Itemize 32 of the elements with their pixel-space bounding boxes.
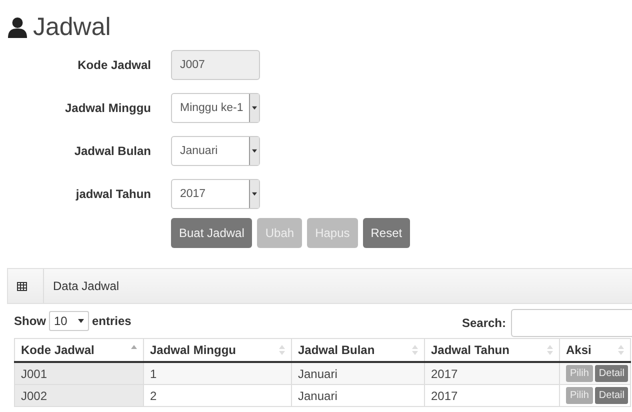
row-button[interactable]: Detail (594, 387, 628, 404)
length-label: Show (14, 314, 46, 328)
caret-icon (252, 192, 257, 196)
table-icon (17, 282, 27, 290)
user-icon (8, 16, 27, 38)
search-field[interactable] (511, 309, 632, 337)
table-cell: J002 (14, 384, 144, 406)
select-field[interactable]: Januari (171, 136, 260, 166)
table-cell: 1 (144, 362, 292, 384)
table-cell: 2017 (424, 362, 560, 384)
page-title: Jadwal (33, 12, 111, 42)
length-label: entries (92, 314, 132, 328)
select-field[interactable]: Minggu ke-1 (171, 93, 260, 123)
panel-title: Data Jadwal (43, 269, 120, 303)
caret-icon (252, 149, 257, 153)
table-cell: J001 (14, 362, 144, 384)
row-button[interactable]: Detail (594, 365, 628, 382)
search-label: Search: (462, 316, 506, 330)
action-button[interactable]: Reset (362, 218, 410, 248)
caret-icon (78, 319, 84, 323)
entries-select[interactable]: 10 (49, 311, 89, 331)
action-button[interactable]: Buat Jadwal (171, 218, 252, 248)
table-cell: 2017 (424, 384, 560, 406)
field-label: Kode Jadwal (76, 58, 151, 72)
table-cell: Januari (292, 362, 424, 384)
caret-icon (252, 106, 257, 110)
field-label: Jadwal Minggu (64, 101, 151, 115)
field-label: Jadwal Bulan (73, 144, 151, 158)
table-cell: Januari (292, 384, 424, 406)
select-field[interactable]: 2017 (171, 179, 260, 209)
table-cell: 2 (144, 384, 292, 406)
field-label: jadwal Tahun (74, 187, 151, 201)
